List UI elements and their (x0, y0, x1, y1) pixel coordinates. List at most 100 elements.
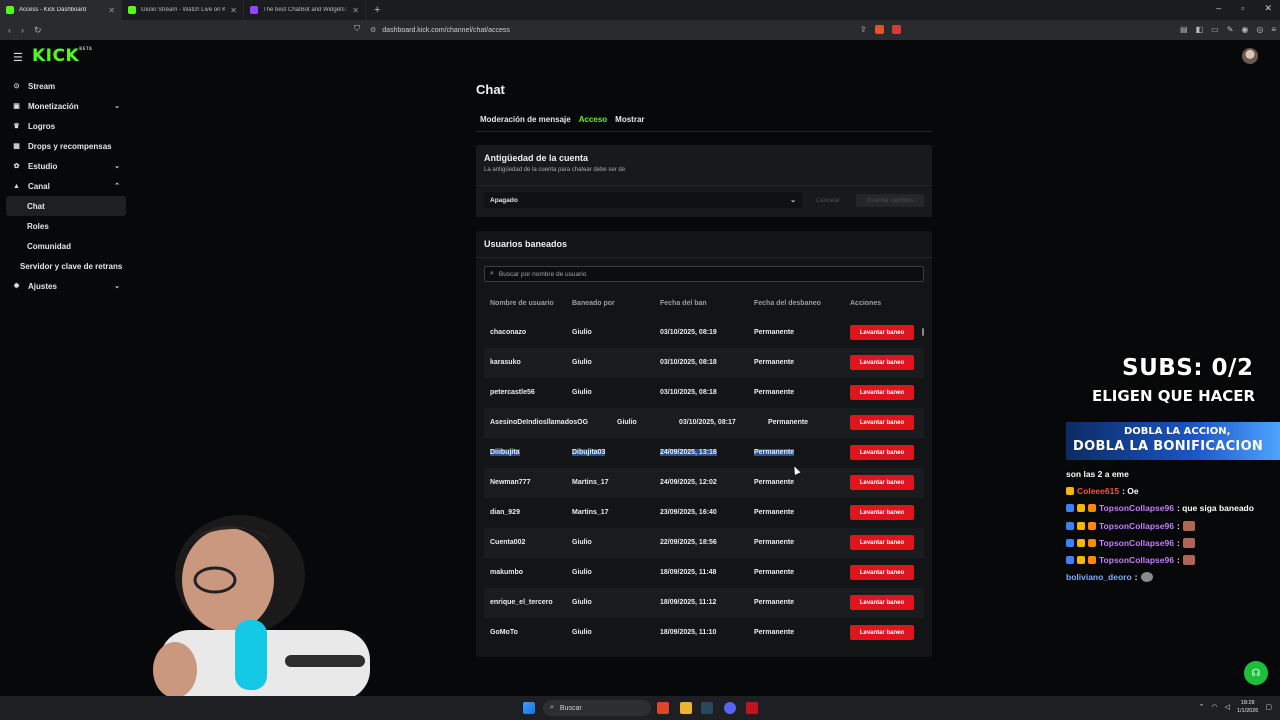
unban-button[interactable]: Levantar baneo (850, 475, 914, 490)
volume-icon[interactable]: ◁ (1225, 703, 1230, 711)
sidebar-item-roles[interactable]: Roles (6, 216, 126, 236)
col-username: Nombre de usuario (490, 300, 554, 307)
unban-button[interactable]: Levantar baneo (850, 595, 914, 610)
chat-badge-icon (1088, 504, 1096, 513)
wifi-icon[interactable]: ◠ (1211, 703, 1217, 711)
url-field[interactable]: ⚙ dashboard.kick.com/channel/chat/access (370, 23, 910, 37)
chat-username[interactable]: boliviano_deoro (1066, 572, 1132, 582)
cell-banned-by: Giulio (572, 539, 592, 546)
tab-acceso[interactable]: Acceso (579, 115, 607, 124)
sidebar-item-drops[interactable]: ▦ Drops y recompensas (6, 136, 126, 156)
browser-tab-giulio-stream[interactable]: Giulio Stream - Watch Live on Kick ✕ (122, 0, 244, 20)
chat-text: : que siga baneado (1176, 503, 1254, 514)
sidebar-icon[interactable]: ◧ (1196, 25, 1204, 34)
browser-tab-title: Access - Kick Dashboard (19, 7, 87, 13)
cell-ban-date: 03/10/2025, 08:18 (660, 359, 717, 366)
unban-button[interactable]: Levantar baneo (850, 415, 914, 430)
unban-button[interactable]: Levantar baneo (850, 565, 914, 580)
close-icon[interactable]: ✕ (230, 6, 237, 15)
sidebar-item-ajustes[interactable]: ✹ Ajustes ⌄ (6, 276, 126, 296)
chat-username[interactable]: TopsonCollapse96 (1099, 503, 1174, 513)
minimize-icon[interactable]: – (1216, 3, 1221, 14)
wallet-icon[interactable]: ◎ (1256, 25, 1263, 34)
extensions-icon[interactable]: ✎ (1227, 25, 1234, 34)
taskbar-search[interactable]: ⌕ Buscar (543, 700, 651, 716)
unban-button[interactable]: Levantar baneo (850, 325, 914, 340)
unban-button[interactable]: Levantar baneo (850, 385, 914, 400)
chat-username[interactable]: Coleee615 (1077, 486, 1119, 496)
discord-icon[interactable] (724, 702, 736, 714)
sidebar-item-monetizacion[interactable]: ▣ Monetización ⌄ (6, 96, 126, 116)
close-window-icon[interactable]: ✕ (1264, 3, 1272, 14)
brave-shield-icon[interactable] (874, 25, 884, 34)
app-icon[interactable] (746, 702, 758, 714)
table-row: AsesinoDeIndiosllamadosOG Giulio 03/10/202… (484, 408, 924, 438)
unban-button[interactable]: Levantar baneo (850, 505, 914, 520)
reload-icon[interactable]: ↻ (34, 25, 42, 36)
sidebar-item-estudio[interactable]: ✿ Estudio ⌄ (6, 156, 126, 176)
address-bar: ‹ › ↻ ⛉ ⚙ dashboard.kick.com/channel/cha… (0, 20, 1280, 40)
sidebar-item-chat[interactable]: Chat (6, 196, 126, 216)
file-explorer-icon[interactable] (680, 702, 692, 714)
new-tab-button[interactable]: + (366, 4, 388, 16)
notification-icon[interactable]: ▢ (1265, 703, 1272, 711)
nav-buttons: ‹ › ↻ (0, 25, 60, 36)
site-info-icon[interactable]: ⚙ (370, 26, 376, 34)
brave-rewards-icon[interactable] (891, 25, 901, 34)
unban-button[interactable]: Levantar baneo (850, 535, 914, 550)
close-icon[interactable]: ✕ (352, 6, 359, 15)
unban-button[interactable]: Levantar baneo (850, 355, 914, 370)
hamburger-menu-icon[interactable]: ☰ (13, 51, 23, 64)
tab-mostrar[interactable]: Mostrar (615, 115, 644, 124)
chat-username[interactable]: TopsonCollapse96 (1099, 555, 1174, 565)
chat-text: : (1176, 520, 1180, 531)
account-age-select[interactable]: Apagado ⌄ (484, 192, 802, 208)
sidebar-item-canal[interactable]: ▲ Canal ⌃ (6, 176, 126, 196)
banned-users-card: Usuarios baneados ⌕ Nombre de usuario Ba… (476, 231, 932, 657)
save-changes-button[interactable]: Guardar cambios (856, 194, 924, 207)
unban-button[interactable]: Levantar baneo (850, 445, 914, 460)
sidebar-item-stream[interactable]: ⊙ Stream (6, 76, 126, 96)
bookmark-icon[interactable]: ⛉ (354, 24, 360, 34)
banned-table-body: chaconazo Giulio 03/10/2025, 08:19 Permanen… (484, 318, 924, 648)
tabs-icon[interactable]: ▭ (1211, 25, 1219, 34)
steam-icon[interactable] (701, 702, 713, 714)
maximize-icon[interactable]: ▫ (1241, 3, 1244, 14)
browser-tab-kick-dashboard[interactable]: Access - Kick Dashboard ✕ (0, 0, 122, 20)
trophy-icon: ♛ (13, 123, 20, 130)
search-field[interactable]: ⌕ (484, 266, 924, 282)
kick-favicon-icon (128, 6, 136, 14)
windows-start-icon[interactable] (523, 702, 535, 714)
cancel-button[interactable]: Cancelar (808, 194, 848, 207)
reader-icon[interactable]: ▤ (1180, 25, 1188, 34)
unban-button[interactable]: Levantar baneo (850, 625, 914, 640)
cell-unban-date: Permanente (754, 389, 795, 396)
clock[interactable]: 18:28 1/1/2026 (1237, 699, 1258, 715)
support-chat-button[interactable]: ☊ (1244, 661, 1268, 685)
chat-username[interactable]: TopsonCollapse96 (1099, 538, 1174, 548)
chevron-up-icon[interactable]: ⌃ (1199, 703, 1205, 711)
banner-line-1: DOBLA LA ACCION, (1124, 426, 1231, 437)
cell-username: chaconazo (490, 329, 527, 336)
vpn-icon[interactable]: ◉ (1241, 25, 1248, 34)
search-input[interactable] (498, 270, 899, 278)
chat-text: : Oe (1122, 485, 1139, 496)
sidebar-item-comunidad[interactable]: Comunidad (6, 236, 126, 256)
avatar[interactable] (1242, 48, 1258, 64)
forward-icon[interactable]: › (21, 25, 24, 36)
back-icon[interactable]: ‹ (8, 25, 11, 36)
sidebar-item-logros[interactable]: ♛ Logros (6, 116, 126, 136)
brave-browser-icon[interactable] (657, 702, 669, 714)
chat-username[interactable]: TopsonCollapse96 (1099, 521, 1174, 531)
tab-moderacion[interactable]: Moderación de mensaje (480, 115, 571, 124)
share-icon[interactable]: ⇪ (860, 25, 867, 34)
cell-banned-by: Giulio (572, 389, 592, 396)
sidebar-item-servidor[interactable]: Servidor y clave de retrans (6, 256, 126, 276)
cell-unban-date: Permanente (754, 599, 795, 606)
kick-logo[interactable]: KICKBETA (32, 46, 92, 66)
menu-icon[interactable]: ≡ (1271, 25, 1276, 34)
scrollbar[interactable] (922, 328, 924, 336)
close-icon[interactable]: ✕ (108, 6, 115, 15)
chevron-up-icon: ⌃ (114, 183, 120, 190)
browser-tab-chatbot[interactable]: The best ChatBot and Widgets for Ki ✕ (244, 0, 366, 20)
